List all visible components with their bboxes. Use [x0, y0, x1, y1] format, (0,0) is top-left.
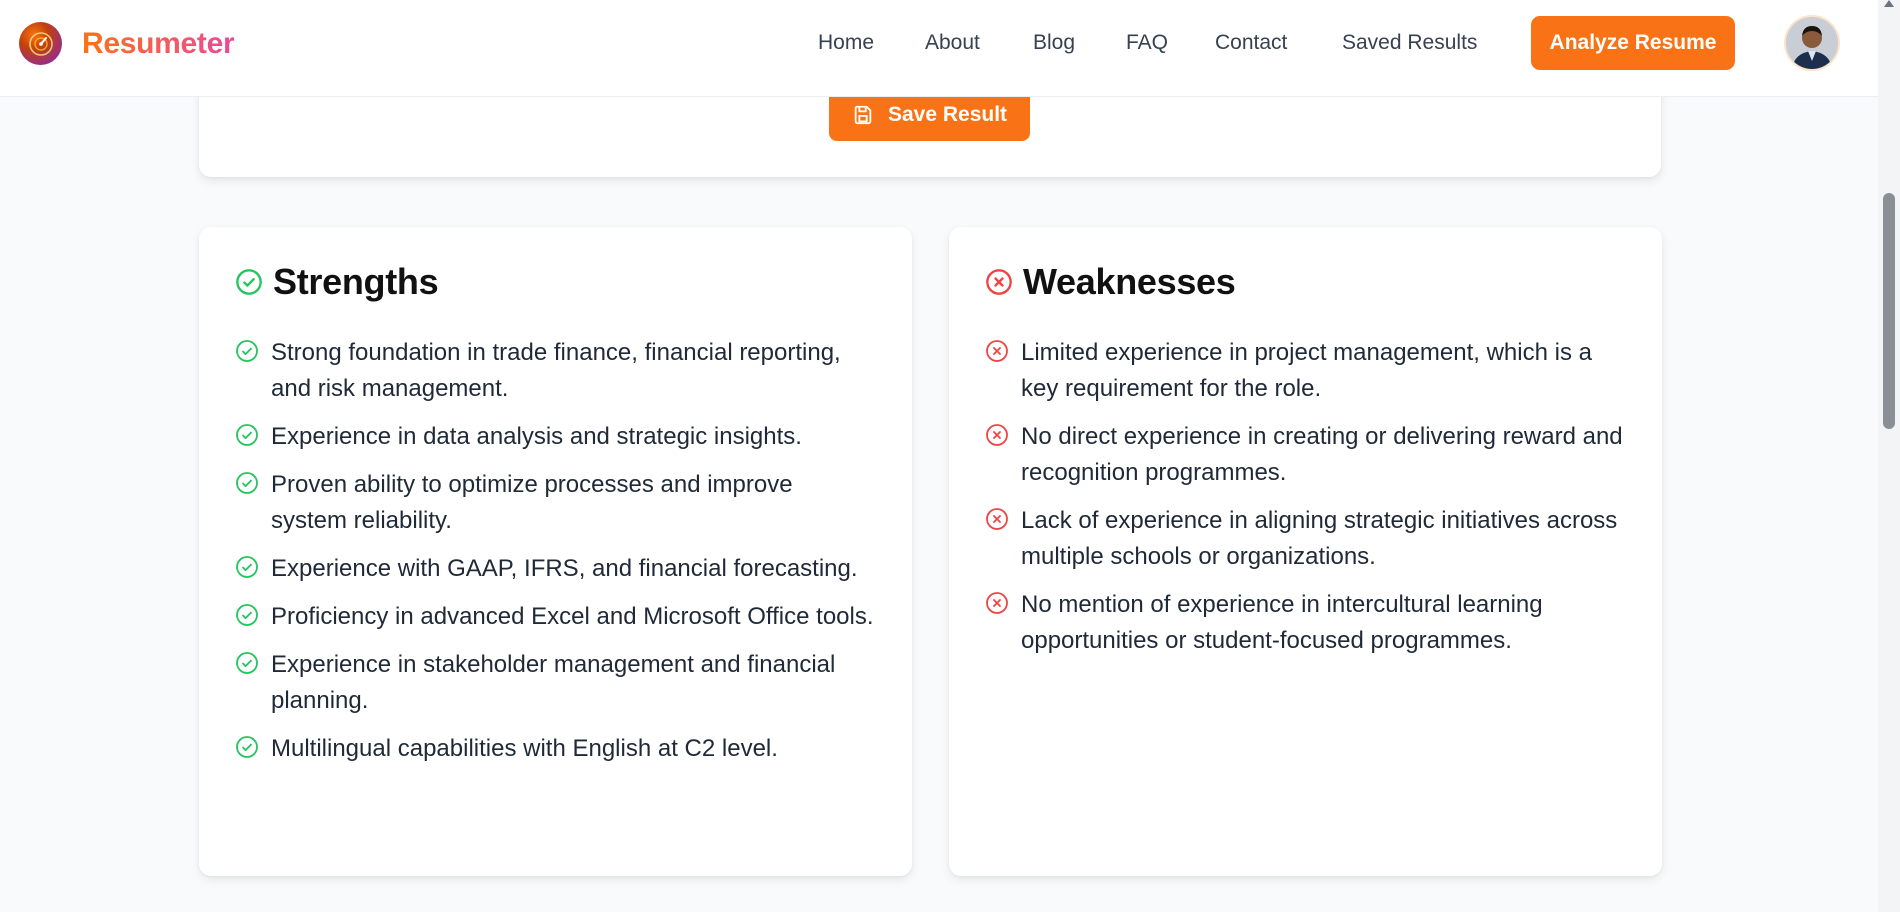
strength-text: Experience in data analysis and strategi… [271, 423, 802, 450]
weakness-text: Lack of experience in aligning strategic… [1021, 507, 1618, 570]
check-circle-icon [236, 556, 258, 578]
list-item: Experience in stakeholder management and… [235, 647, 875, 719]
brand-name: Resumeter [82, 26, 235, 60]
user-avatar[interactable] [1784, 15, 1840, 71]
strength-text: Experience with GAAP, IFRS, and financia… [271, 555, 858, 582]
gauge-logo-icon [19, 22, 62, 65]
x-circle-icon [986, 508, 1008, 530]
x-circle-icon [986, 592, 1008, 614]
weaknesses-title: Weaknesses [1023, 261, 1236, 302]
nav-link-faq[interactable]: FAQ [1126, 30, 1168, 56]
list-item: Experience in data analysis and strategi… [235, 419, 875, 455]
top-navbar: Resumeter Home About Blog FAQ Contact Sa… [0, 0, 1878, 97]
check-circle-icon [236, 604, 258, 626]
x-circle-icon [986, 340, 1008, 362]
check-circle-icon [236, 269, 262, 295]
list-item: No mention of experience in intercultura… [985, 587, 1625, 659]
scrollbar-thumb[interactable] [1883, 193, 1895, 429]
strengths-card: Strengths Strong foundation in trade fin… [199, 227, 912, 876]
nav-link-blog[interactable]: Blog [1033, 30, 1075, 56]
strength-text: Proficiency in advanced Excel and Micros… [271, 603, 874, 630]
weakness-text: No mention of experience in intercultura… [1021, 591, 1543, 654]
check-circle-icon [236, 340, 258, 362]
x-circle-icon [986, 424, 1008, 446]
weakness-text: No direct experience in creating or deli… [1021, 423, 1623, 486]
strengths-title: Strengths [273, 261, 439, 302]
scroll-up-arrow-icon[interactable] [1884, 0, 1894, 7]
check-circle-icon [236, 424, 258, 446]
strengths-header: Strengths [235, 261, 439, 303]
nav-link-saved-results[interactable]: Saved Results [1342, 30, 1477, 56]
list-item: Multilingual capabilities with English a… [235, 731, 875, 767]
weaknesses-card: Weaknesses Limited experience in project… [949, 227, 1662, 876]
x-circle-icon [986, 269, 1012, 295]
floppy-disk-icon [854, 105, 872, 125]
page-scrollbar[interactable] [1878, 0, 1900, 912]
brand-logo[interactable]: Resumeter [19, 22, 235, 65]
strength-text: Multilingual capabilities with English a… [271, 735, 778, 762]
nav-link-about[interactable]: About [925, 30, 980, 56]
nav-link-home[interactable]: Home [818, 30, 874, 56]
nav-link-contact[interactable]: Contact [1215, 30, 1287, 56]
weaknesses-list: Limited experience in project management… [985, 335, 1625, 671]
list-item: Experience with GAAP, IFRS, and financia… [235, 551, 875, 587]
save-result-label: Save Result [887, 103, 1008, 126]
list-item: Limited experience in project management… [985, 335, 1625, 407]
strength-text: Proven ability to optimize processes and… [271, 471, 793, 534]
check-circle-icon [236, 472, 258, 494]
check-circle-icon [236, 652, 258, 674]
strengths-list: Strong foundation in trade finance, fina… [235, 335, 875, 779]
list-item: Lack of experience in aligning strategic… [985, 503, 1625, 575]
check-circle-icon [236, 736, 258, 758]
analyze-resume-button[interactable]: Analyze Resume [1531, 16, 1735, 70]
strength-text: Strong foundation in trade finance, fina… [271, 339, 841, 402]
list-item: Proven ability to optimize processes and… [235, 467, 875, 539]
weakness-text: Limited experience in project management… [1021, 339, 1592, 402]
list-item: No direct experience in creating or deli… [985, 419, 1625, 491]
strength-text: Experience in stakeholder management and… [271, 651, 836, 714]
weaknesses-header: Weaknesses [985, 261, 1236, 303]
list-item: Proficiency in advanced Excel and Micros… [235, 599, 875, 635]
list-item: Strong foundation in trade finance, fina… [235, 335, 875, 407]
